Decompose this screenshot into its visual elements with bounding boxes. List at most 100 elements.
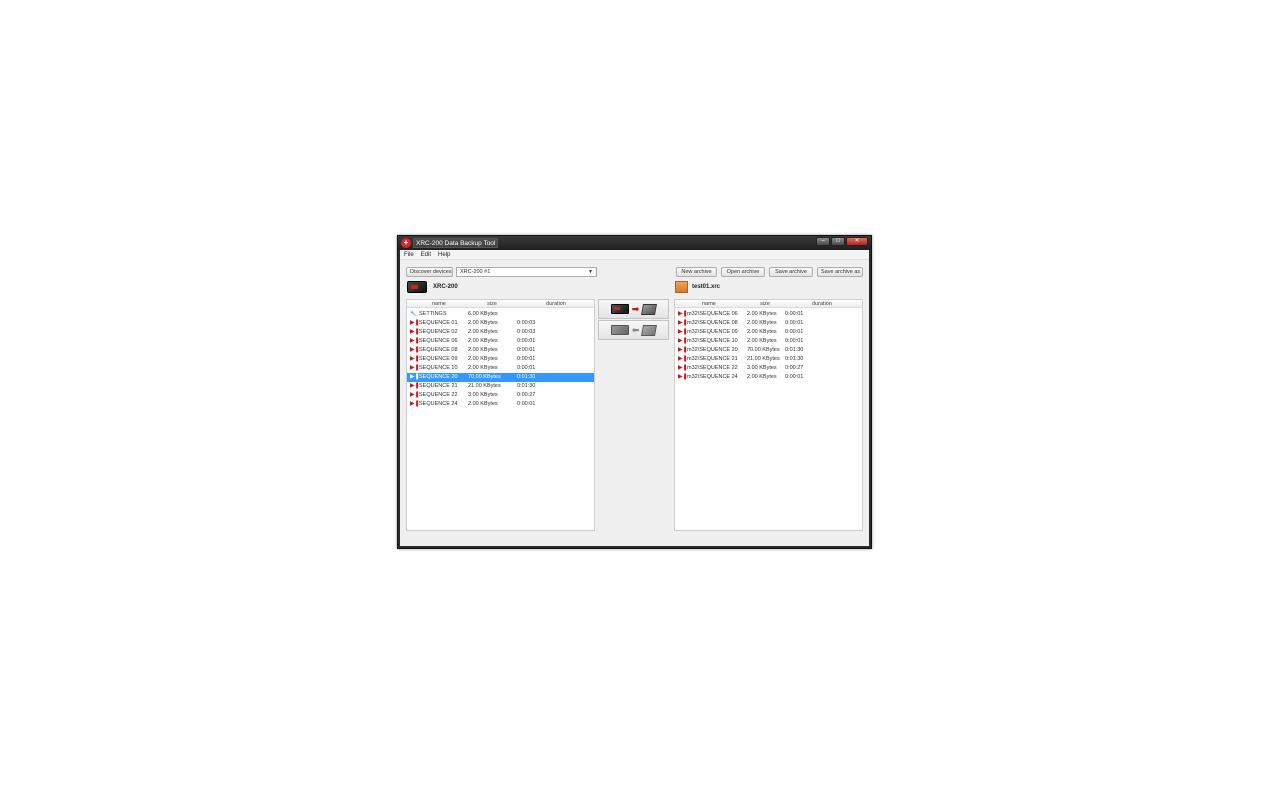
table-row[interactable]: ▶❚ m32\SEQUENCE 24 2.00 KBytes 0:00:01	[675, 373, 862, 382]
column-duration[interactable]: duration	[543, 300, 569, 308]
column-size[interactable]: size	[484, 300, 500, 308]
maximize-button[interactable]: □	[831, 237, 845, 246]
cell-name: m32\SEQUENCE 10	[687, 338, 738, 344]
cell-duration: 0:00:01	[517, 338, 536, 344]
arrow-right-icon: ➡	[631, 304, 640, 314]
minimize-button[interactable]: –	[816, 237, 830, 246]
title-bar[interactable]: + XRC-200 Data Backup Tool – □ ✕	[398, 236, 871, 250]
device-select-value: XRC-200 #1	[460, 269, 491, 275]
archive-file-icon	[675, 281, 688, 293]
save-archive-as-button[interactable]: Save archive as	[817, 267, 863, 277]
cell-name: m32\SEQUENCE 21	[687, 356, 738, 362]
discover-devices-button[interactable]: Discover devices	[406, 267, 453, 277]
cell-name: SEQUENCE 01	[419, 320, 458, 326]
cell-name: SEQUENCE 20	[419, 374, 458, 380]
cell-duration: 0:00:01	[785, 311, 804, 317]
cell-size: 2.00 KBytes	[468, 401, 498, 407]
archive-file-list[interactable]: name size duration ▶❚ m32\SEQUENCE 06 2.00…	[674, 299, 863, 531]
cell-size: 6.00 KBytes	[468, 311, 498, 317]
table-row[interactable]: ▶❚ m32\SEQUENCE 10 2.00 KBytes 0:00:01	[675, 337, 862, 346]
column-duration[interactable]: duration	[809, 300, 835, 308]
transfer-to-device-button[interactable]: ⬅	[598, 320, 669, 340]
column-size[interactable]: size	[757, 300, 773, 308]
transfer-to-archive-button[interactable]: ➡	[598, 299, 669, 319]
cell-name: m32\SEQUENCE 08	[687, 320, 738, 326]
table-row[interactable]: ▶❚ m32\SEQUENCE 09 2.00 KBytes 0:00:01	[675, 328, 862, 337]
table-row[interactable]: ▶❚ m32\SEQUENCE 22 3.00 KBytes 0:00:27	[675, 364, 862, 373]
cell-duration: 0:00:01	[517, 401, 536, 407]
cell-duration: 0:00:03	[517, 320, 536, 326]
device-rows: 🔧 SETTINGS 6.00 KBytes ▶❚ SEQUENCE 01 2.00 KB…	[407, 310, 594, 409]
table-row[interactable]: ▶❚ SEQUENCE 08 2.00 KBytes 0:00:01	[407, 346, 594, 355]
cell-name: SEQUENCE 06	[419, 338, 458, 344]
menu-help[interactable]: Help	[438, 252, 450, 258]
cell-size: 2.00 KBytes	[747, 374, 777, 380]
cell-duration: 0:00:01	[517, 365, 536, 371]
menu-file[interactable]: File	[404, 252, 414, 258]
table-row[interactable]: ▶❚ m32\SEQUENCE 06 2.00 KBytes 0:00:01	[675, 310, 862, 319]
table-row[interactable]: ▶❚ m32\SEQUENCE 21 21.00 KBytes 0:01:30	[675, 355, 862, 364]
device-list-header: name size duration	[407, 300, 594, 308]
cell-size: 2.00 KBytes	[468, 347, 498, 353]
cell-size: 2.00 KBytes	[747, 320, 777, 326]
cell-size: 2.00 KBytes	[747, 338, 777, 344]
device-file-list[interactable]: name size duration 🔧 SETTINGS 6.00 KBytes ▶…	[406, 299, 595, 531]
cell-duration: 0:00:01	[785, 329, 804, 335]
cell-size: 70.00 KBytes	[747, 347, 780, 353]
column-name[interactable]: name	[699, 300, 719, 308]
archive-header-label: test01.xrc	[692, 284, 721, 290]
table-row[interactable]: ▶❚ SEQUENCE 24 2.00 KBytes 0:00:01	[407, 400, 594, 409]
cell-size: 2.00 KBytes	[747, 329, 777, 335]
close-button[interactable]: ✕	[846, 237, 868, 246]
table-row[interactable]: ▶❚ SEQUENCE 10 2.00 KBytes 0:00:01	[407, 364, 594, 373]
column-name[interactable]: name	[429, 300, 449, 308]
table-row[interactable]: ▶❚ m32\SEQUENCE 08 2.00 KBytes 0:00:01	[675, 319, 862, 328]
app-logo-icon: +	[401, 238, 411, 248]
main-content: Discover devices XRC-200 #1 ▼ New archiv…	[400, 260, 869, 546]
xrc-device-icon	[407, 281, 427, 293]
computer-icon	[641, 324, 658, 336]
cell-size: 70.00 KBytes	[468, 374, 501, 380]
cell-size: 2.00 KBytes	[468, 356, 498, 362]
new-archive-button[interactable]: New archive	[676, 267, 717, 277]
cell-name: SEQUENCE 02	[419, 329, 458, 335]
cell-duration: 0:01:30	[517, 383, 536, 389]
archive-list-header: name size duration	[675, 300, 862, 308]
cell-duration: 0:00:01	[785, 320, 804, 326]
cell-name: m32\SEQUENCE 09	[687, 329, 738, 335]
device-select[interactable]: XRC-200 #1 ▼	[456, 267, 597, 277]
cell-duration: 0:00:01	[785, 374, 804, 380]
cell-duration: 0:00:01	[517, 356, 536, 362]
chevron-down-icon: ▼	[588, 269, 593, 275]
table-row[interactable]: ▶❚ SEQUENCE 22 3.00 KBytes 0:00:27	[407, 391, 594, 400]
device-icon	[610, 325, 629, 335]
cell-size: 3.00 KBytes	[468, 392, 498, 398]
cell-name: SEQUENCE 24	[419, 401, 458, 407]
open-archive-button[interactable]: Open archive	[721, 267, 765, 277]
cell-size: 2.00 KBytes	[468, 338, 498, 344]
table-row[interactable]: ▶❚ m32\SEQUENCE 20 70.00 KBytes 0:01:30	[675, 346, 862, 355]
cell-size: 3.00 KBytes	[747, 365, 777, 371]
cell-duration: 0:00:27	[785, 365, 804, 371]
wrench-icon: 🔧	[410, 311, 417, 317]
cell-name: m32\SEQUENCE 06	[687, 311, 738, 317]
cell-duration: 0:01:30	[785, 347, 804, 353]
cell-duration: 0:01:30	[785, 356, 804, 362]
menu-edit[interactable]: Edit	[421, 252, 431, 258]
app-window: + XRC-200 Data Backup Tool – □ ✕ File Ed…	[397, 235, 872, 549]
save-archive-button[interactable]: Save archive	[769, 267, 813, 277]
table-row[interactable]: ▶❚ SEQUENCE 02 2.00 KBytes 0:00:03	[407, 328, 594, 337]
device-icon	[610, 304, 629, 314]
table-row[interactable]: ▶❚ SEQUENCE 20 70.00 KBytes 0:01:30	[407, 373, 594, 382]
table-row[interactable]: ▶❚ SEQUENCE 21 21.00 KBytes 0:01:30	[407, 382, 594, 391]
cell-size: 2.00 KBytes	[468, 365, 498, 371]
table-row[interactable]: 🔧 SETTINGS 6.00 KBytes	[407, 310, 594, 319]
table-row[interactable]: ▶❚ SEQUENCE 01 2.00 KBytes 0:00:03	[407, 319, 594, 328]
cell-size: 2.00 KBytes	[747, 311, 777, 317]
cell-size: 21.00 KBytes	[468, 383, 501, 389]
cell-name: SEQUENCE 08	[419, 347, 458, 353]
window-title: XRC-200 Data Backup Tool	[413, 238, 499, 248]
cell-name: SEQUENCE 21	[419, 383, 458, 389]
table-row[interactable]: ▶❚ SEQUENCE 09 2.00 KBytes 0:00:01	[407, 355, 594, 364]
table-row[interactable]: ▶❚ SEQUENCE 06 2.00 KBytes 0:00:01	[407, 337, 594, 346]
